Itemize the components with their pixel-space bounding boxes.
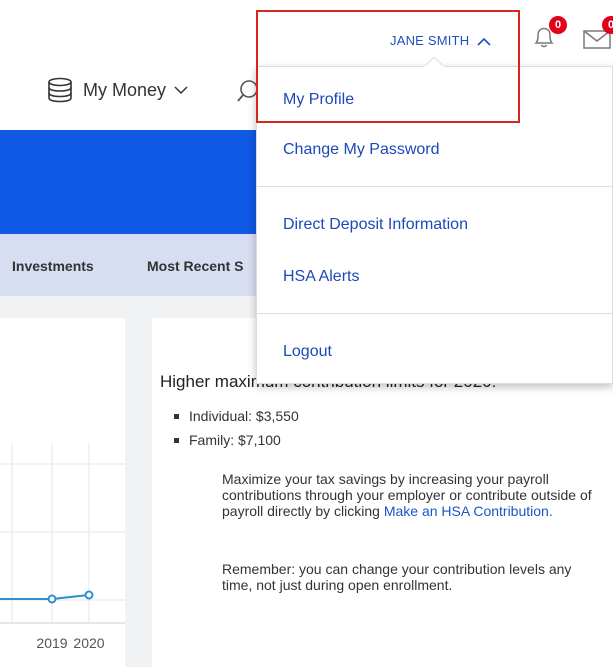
menu-item-direct-deposit[interactable]: Direct Deposit Information (283, 216, 468, 234)
menu-divider (257, 313, 613, 314)
user-dropdown-menu: My Profile Change My Password Direct Dep… (256, 66, 613, 384)
dropdown-caret (424, 57, 444, 67)
make-contribution-link[interactable]: Make an HSA Contribution. (384, 503, 553, 519)
info-paragraph: Remember: you can change your contributi… (222, 561, 572, 593)
chevron-up-icon (477, 37, 491, 46)
nav-my-money[interactable]: My Money (45, 77, 188, 103)
user-menu-toggle[interactable]: JANE SMITH (390, 33, 491, 48)
limits-list: Individual: $3,550 Family: $7,100 (174, 404, 299, 452)
chart-card: 2019 2020 (0, 318, 125, 667)
balance-chart: 2019 2020 (0, 443, 125, 651)
chart-tick-label: 2019 (36, 635, 67, 651)
user-name: JANE SMITH (390, 33, 470, 48)
chart-point (84, 590, 94, 600)
menu-item-logout[interactable]: Logout (283, 343, 332, 361)
chart-point (47, 594, 57, 604)
list-item: Family: $7,100 (174, 428, 299, 452)
menu-item-hsa-alerts[interactable]: HSA Alerts (283, 268, 359, 286)
messages-badge: 0 (602, 16, 613, 34)
chevron-down-icon (174, 86, 188, 95)
list-item: Individual: $3,550 (174, 404, 299, 428)
info-paragraph: Maximize your tax savings by increasing … (222, 471, 602, 519)
menu-item-change-password[interactable]: Change My Password (283, 141, 440, 159)
menu-item-my-profile[interactable]: My Profile (283, 91, 354, 109)
subnav-item-investments[interactable]: Investments (12, 258, 94, 274)
search-icon[interactable] (236, 78, 258, 104)
chart-tick-label: 2020 (73, 635, 104, 651)
chart-series-line (0, 594, 90, 600)
notifications-badge: 0 (549, 16, 567, 34)
subnav-item-most-recent[interactable]: Most Recent S (147, 258, 243, 274)
coins-icon (48, 77, 72, 103)
menu-divider (257, 186, 613, 187)
nav-my-money-label: My Money (83, 79, 167, 100)
